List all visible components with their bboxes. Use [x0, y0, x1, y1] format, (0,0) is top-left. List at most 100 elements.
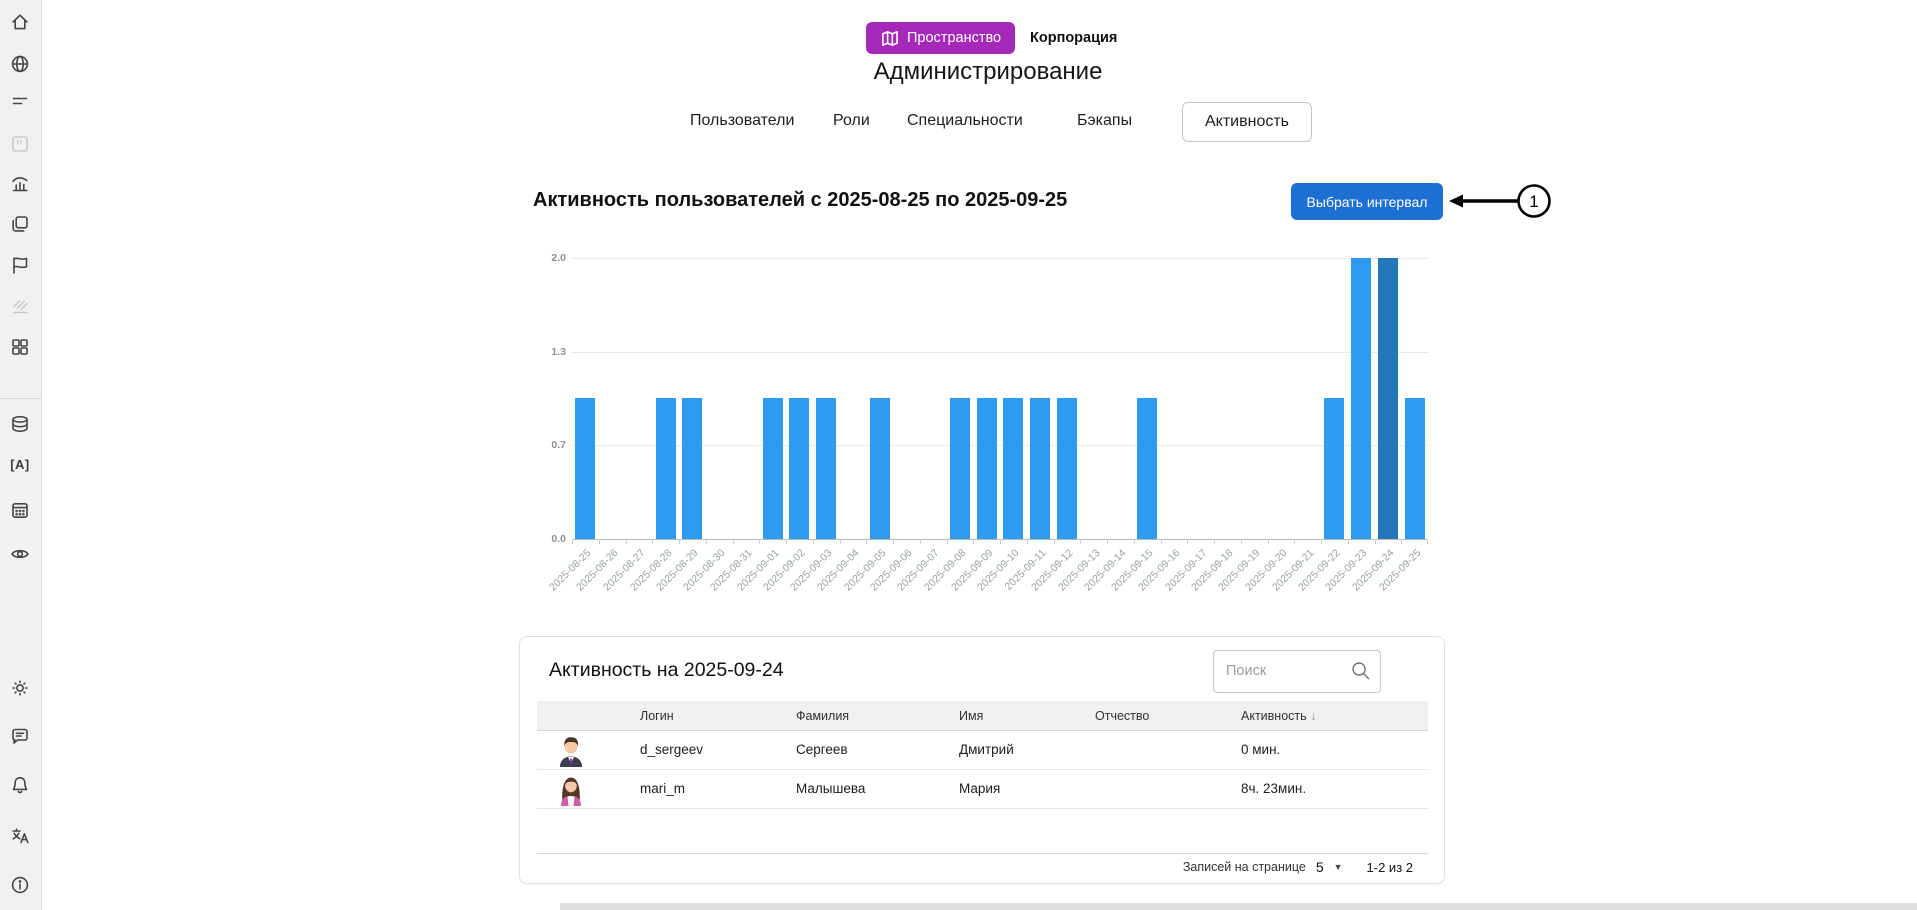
bar-2025-09-01[interactable]	[763, 398, 783, 539]
sidebar-divider	[0, 398, 41, 399]
col-activity[interactable]: Активность↓	[1241, 709, 1317, 723]
filter-lines-icon[interactable]	[9, 90, 31, 112]
org-name: Корпорация	[1030, 30, 1117, 46]
tab-roles[interactable]: Роли	[833, 112, 870, 130]
x-axis-tick	[893, 539, 894, 544]
x-axis-tick	[759, 539, 760, 544]
x-axis-tick	[813, 539, 814, 544]
x-axis-tick	[1401, 539, 1402, 544]
x-axis-tick	[1427, 539, 1428, 544]
bar-2025-09-11[interactable]	[1030, 398, 1050, 539]
x-axis-tick	[1027, 539, 1028, 544]
col-last-name[interactable]: Фамилия	[796, 709, 849, 723]
notifications-icon[interactable]	[9, 774, 31, 796]
language-icon[interactable]	[9, 825, 31, 847]
theme-icon[interactable]	[9, 677, 31, 699]
x-axis-tick	[973, 539, 974, 544]
calendar-icon[interactable]	[9, 499, 31, 521]
windows-icon[interactable]	[9, 213, 31, 235]
info-icon[interactable]	[9, 874, 31, 896]
bar-2025-09-23[interactable]	[1351, 258, 1371, 539]
x-axis-tick	[1268, 539, 1269, 544]
select-interval-button[interactable]: Выбрать интервал	[1291, 183, 1443, 220]
x-axis-tick	[920, 539, 921, 544]
bar-2025-09-10[interactable]	[1003, 398, 1023, 539]
dropdown-caret-icon[interactable]: ▼	[1334, 862, 1343, 872]
x-axis-tick	[626, 539, 627, 544]
bar-2025-09-12[interactable]	[1057, 398, 1077, 539]
x-axis-tick	[1241, 539, 1242, 544]
x-axis-tick	[572, 539, 573, 544]
table-header-row: Логин Фамилия Имя Отчество Активность↓	[537, 701, 1428, 730]
y-axis-label: 1.3	[532, 346, 566, 358]
search-box	[1213, 650, 1381, 693]
bar-2025-08-25[interactable]	[575, 398, 595, 539]
tab-users[interactable]: Пользователи	[690, 112, 794, 130]
tab-activity[interactable]: Активность	[1182, 102, 1312, 142]
gridline	[572, 258, 1428, 259]
x-axis-tick	[652, 539, 653, 544]
bar-2025-08-28[interactable]	[656, 398, 676, 539]
x-axis-tick	[1054, 539, 1055, 544]
avatar	[556, 773, 586, 806]
glossary-icon[interactable]: [A]	[9, 454, 31, 476]
space-badge[interactable]: Пространство	[866, 22, 1015, 54]
x-axis-tick	[706, 539, 707, 544]
cell-first-name: Мария	[959, 781, 1000, 796]
x-axis-tick	[733, 539, 734, 544]
home-icon[interactable]	[9, 11, 31, 33]
tab-backups[interactable]: Бэкапы	[1077, 112, 1132, 130]
divider	[537, 769, 1428, 770]
horizontal-scrollbar[interactable]	[560, 903, 1917, 910]
bar-2025-09-03[interactable]	[816, 398, 836, 539]
y-axis-label: 2.0	[532, 252, 566, 264]
x-axis-tick	[1107, 539, 1108, 544]
hatch-icon	[9, 296, 31, 318]
per-page-select[interactable]: 5	[1316, 859, 1324, 875]
bar-2025-09-15[interactable]	[1137, 398, 1157, 539]
bar-2025-09-02[interactable]	[789, 398, 809, 539]
x-axis-tick	[1187, 539, 1188, 544]
col-login[interactable]: Логин	[640, 709, 674, 723]
tab-specialties[interactable]: Специальности	[907, 112, 1023, 130]
eye-icon[interactable]	[9, 543, 31, 565]
annotation-arrow-1: 1	[1443, 181, 1557, 221]
x-axis-tick	[840, 539, 841, 544]
bar-2025-09-22[interactable]	[1324, 398, 1344, 539]
grid-icon[interactable]	[9, 336, 31, 358]
x-axis-tick	[599, 539, 600, 544]
cell-first-name: Дмитрий	[959, 742, 1014, 757]
bar-2025-09-08[interactable]	[950, 398, 970, 539]
col-middle-name[interactable]: Отчество	[1095, 709, 1149, 723]
chart-plot: 2.01.30.70.02025-08-252025-08-262025-08-…	[572, 258, 1428, 539]
stats-icon[interactable]	[9, 173, 31, 195]
gridline	[572, 352, 1428, 353]
bar-2025-09-24[interactable]	[1378, 258, 1398, 539]
x-axis-tick	[1161, 539, 1162, 544]
x-axis-tick	[1080, 539, 1081, 544]
page-title: Администрирование	[541, 58, 1435, 86]
globe-icon[interactable]	[9, 53, 31, 75]
cell-login: d_sergeev	[640, 742, 703, 757]
y-axis-label: 0.7	[532, 439, 566, 451]
col-first-name[interactable]: Имя	[959, 709, 983, 723]
svg-text:1: 1	[1529, 192, 1538, 211]
flag-icon[interactable]	[9, 254, 31, 276]
bar-2025-09-05[interactable]	[870, 398, 890, 539]
cell-activity: 8ч. 23мин.	[1241, 781, 1306, 796]
sort-desc-icon[interactable]: ↓	[1311, 709, 1317, 723]
cell-login: mari_m	[640, 781, 685, 796]
search-input[interactable]	[1214, 651, 1350, 690]
cell-last-name: Малышева	[796, 781, 865, 796]
divider	[537, 730, 1428, 731]
database-icon[interactable]	[9, 413, 31, 435]
bar-2025-09-25[interactable]	[1405, 398, 1425, 539]
search-icon[interactable]	[1350, 660, 1371, 681]
bar-2025-08-29[interactable]	[682, 398, 702, 539]
avatar	[556, 734, 586, 767]
bar-2025-09-09[interactable]	[977, 398, 997, 539]
x-axis-tick	[866, 539, 867, 544]
comments-icon[interactable]	[9, 725, 31, 747]
map-icon	[880, 29, 899, 48]
x-axis-tick	[679, 539, 680, 544]
